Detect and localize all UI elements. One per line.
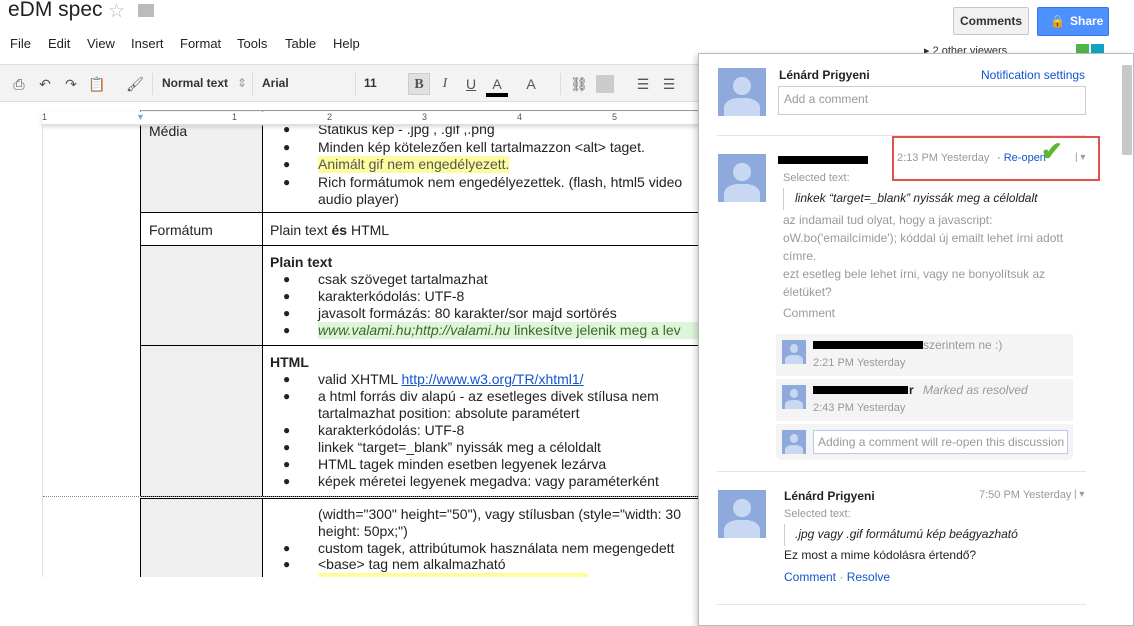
- highlight-color-button[interactable]: A: [520, 73, 542, 95]
- avatar: [718, 68, 766, 116]
- comment-actions: Comment · Resolve: [784, 570, 891, 584]
- comment-menu-chevron-icon[interactable]: | ▾: [1075, 152, 1085, 163]
- comment-body: Ez most a mime kódolásra értendő?: [784, 548, 977, 562]
- italic-button[interactable]: I: [434, 73, 456, 95]
- reply-item: szerintem ne :) 2:21 PM Yesterday: [776, 334, 1073, 376]
- undo-icon[interactable]: ↶: [34, 73, 56, 95]
- checkmark-icon: ✔: [1041, 136, 1063, 166]
- chevron-updown-icon: ⇕: [237, 76, 248, 90]
- image-icon[interactable]: [596, 75, 614, 93]
- lock-icon: 🔒: [1050, 14, 1065, 28]
- paste-icon[interactable]: 📋: [86, 73, 108, 95]
- current-user-name: Lénárd Prigyeni: [779, 68, 870, 82]
- star-icon[interactable]: ☆: [108, 0, 125, 23]
- menu-help[interactable]: Help: [333, 36, 360, 51]
- bold-button[interactable]: B: [408, 73, 430, 95]
- menu-file[interactable]: File: [10, 36, 31, 51]
- notification-settings-link[interactable]: Notification settings: [981, 68, 1085, 82]
- selected-text-quote: .jpg vagy .gif formátumú kép beágyazható: [784, 524, 1018, 546]
- avatar: [718, 490, 766, 538]
- comment-menu-chevron-icon[interactable]: | ▾: [1074, 489, 1084, 500]
- comment-link[interactable]: Comment: [783, 306, 835, 320]
- comments-panel: Lénárd Prigyeni Notification settings Ad…: [698, 53, 1134, 626]
- underline-button[interactable]: U: [460, 73, 482, 95]
- comment-time: 7:50 PM Yesterday: [979, 489, 1072, 501]
- reply-box: Adding a comment will re-open this discu…: [776, 424, 1073, 460]
- table-cell-empty[interactable]: [140, 245, 263, 346]
- folder-icon[interactable]: [138, 4, 154, 17]
- ruler-labels: 1 ▼ 1 2 3 4 5: [42, 112, 618, 122]
- reply-input[interactable]: Adding a comment will re-open this discu…: [813, 430, 1068, 454]
- below-page: [0, 577, 698, 626]
- numbered-list-icon[interactable]: ☰: [632, 73, 654, 95]
- reopen-link[interactable]: · Re-open: [997, 152, 1046, 164]
- avatar: [718, 154, 766, 202]
- table-cell-empty[interactable]: [140, 345, 263, 497]
- table-cell-format[interactable]: Plain text és HTML: [262, 212, 722, 246]
- share-button[interactable]: 🔒 Share: [1037, 7, 1109, 36]
- redo-icon[interactable]: ↷: [60, 73, 82, 95]
- comment-author: Lénárd Prigyeni: [784, 489, 875, 503]
- bulleted-list-icon[interactable]: ☰: [658, 73, 680, 95]
- comment-time: 2:13 PM Yesterday: [897, 152, 990, 164]
- add-comment-input[interactable]: Add a comment: [778, 86, 1086, 115]
- style-select[interactable]: Normal text: [162, 76, 228, 90]
- comment-link[interactable]: Comment: [784, 570, 836, 584]
- menu-format[interactable]: Format: [180, 36, 221, 51]
- selected-text-quote: linkek “target=_blank” nyissák meg a cél…: [783, 188, 1037, 210]
- paint-format-icon[interactable]: 🖌: [124, 73, 146, 95]
- page-margin: [0, 125, 43, 577]
- resolve-link[interactable]: Resolve: [847, 570, 890, 584]
- table-cell-empty[interactable]: [140, 498, 263, 588]
- menu-insert[interactable]: Insert: [131, 36, 164, 51]
- page-break: [43, 496, 703, 497]
- menu-view[interactable]: View: [87, 36, 115, 51]
- menu-edit[interactable]: Edit: [48, 36, 70, 51]
- menu-table[interactable]: Table: [285, 36, 316, 51]
- table-cell-format-label[interactable]: Formátum: [140, 212, 263, 246]
- selected-text-label: Selected text:: [783, 172, 850, 184]
- comment-body: az indamail tud olyat, hogy a javascript…: [783, 213, 1064, 299]
- selected-text-label: Selected text:: [784, 508, 851, 520]
- print-icon[interactable]: ⎙: [8, 73, 30, 95]
- link-icon[interactable]: ⛓: [568, 73, 590, 95]
- size-select[interactable]: 11: [364, 76, 377, 90]
- menu-tools[interactable]: Tools: [237, 36, 267, 51]
- comments-button[interactable]: Comments: [953, 7, 1029, 35]
- redacted-author: [778, 156, 868, 164]
- document-title[interactable]: eDM spec: [8, 0, 103, 22]
- comments-scrollbar[interactable]: [1122, 65, 1132, 155]
- font-select[interactable]: Arial: [262, 76, 289, 90]
- xhtml-link[interactable]: http://www.w3.org/TR/xhtml1/: [402, 371, 584, 387]
- text-color-button[interactable]: A: [486, 73, 508, 97]
- reply-item: r Marked as resolved 2:43 PM Yesterday: [776, 379, 1073, 421]
- table-cell-media-label[interactable]: Média: [140, 110, 263, 213]
